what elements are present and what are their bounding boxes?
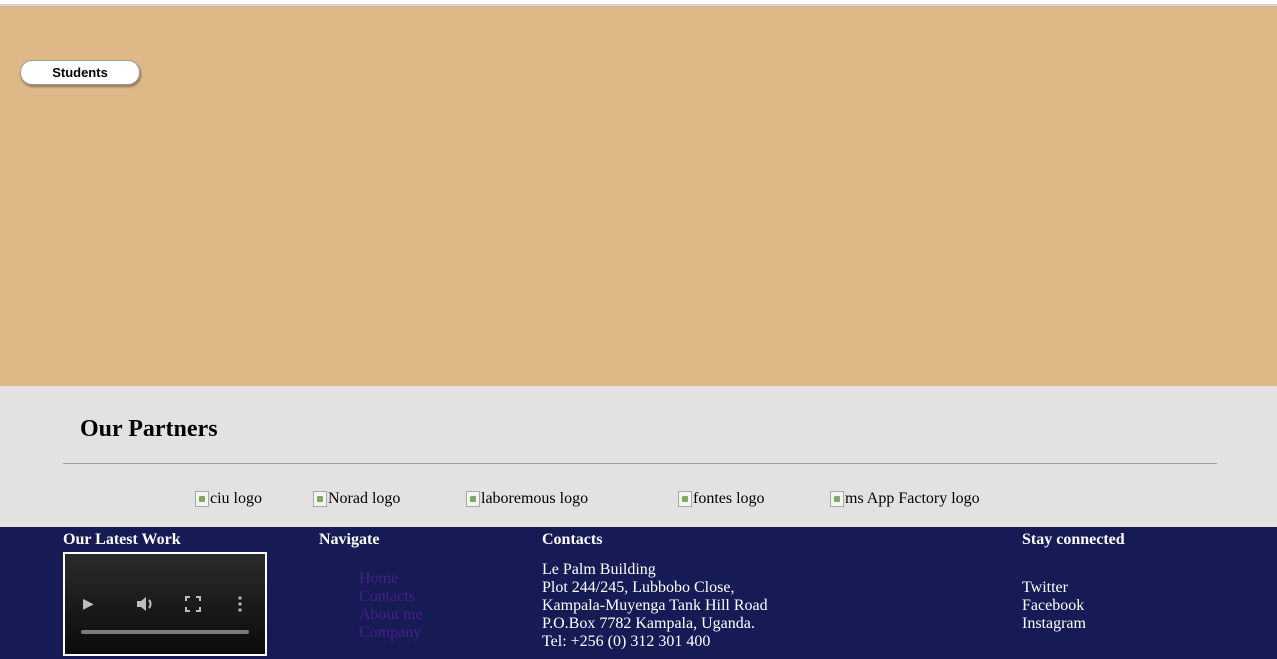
partner-logo-alt-text: Norad logo (328, 490, 401, 507)
partner-logo-alt-text: ms App Factory logo (845, 490, 980, 507)
social-links: Twitter Facebook Instagram (1022, 579, 1086, 633)
nav-link-contacts[interactable]: Contacts (359, 588, 423, 606)
partners-title: Our Partners (80, 416, 218, 442)
navigate-title: Navigate (319, 531, 380, 548)
play-icon[interactable]: ▶ (83, 596, 94, 612)
partner-logo-norad: Norad logo (313, 490, 400, 508)
site-footer: Our Latest Work ▶ Navigate Home Contacts… (0, 527, 1277, 659)
partner-logo-alt-text: laboremous logo (481, 490, 589, 507)
social-link-twitter[interactable]: Twitter (1022, 579, 1086, 597)
address-line: Le Palm Building (542, 561, 656, 578)
broken-image-icon (195, 491, 209, 507)
address-line: Plot 244/245, Lubbobo Close, (542, 579, 735, 596)
partners-section: Our Partners ciu logo Norad logo laborem… (0, 386, 1277, 527)
hero-banner: Students (0, 6, 1277, 386)
broken-image-icon (678, 491, 692, 507)
broken-image-icon (830, 491, 844, 507)
video-progress-bar[interactable] (81, 630, 249, 634)
social-link-facebook[interactable]: Facebook (1022, 597, 1086, 615)
partner-logo-ms-app-factory: ms App Factory logo (830, 490, 980, 508)
navigate-links: Home Contacts About me Company (359, 570, 423, 642)
students-button[interactable]: Students (20, 60, 140, 85)
partner-logo-ciu: ciu logo (195, 490, 262, 508)
more-options-icon[interactable] (237, 596, 243, 616)
partners-divider (63, 463, 1217, 464)
address-line: P.O.Box 7782 Kampala, Uganda. (542, 615, 755, 632)
fullscreen-icon[interactable] (185, 596, 201, 616)
stay-connected-title: Stay connected (1022, 531, 1125, 548)
broken-image-icon (313, 491, 327, 507)
partner-logo-alt-text: fontes logo (693, 490, 765, 507)
partner-logo-fontes: fontes logo (678, 490, 765, 508)
contacts-address: Le Palm Building Plot 244/245, Lubbobo C… (542, 561, 768, 651)
partner-logo-laboremous: laboremous logo (466, 490, 588, 508)
social-link-instagram[interactable]: Instagram (1022, 615, 1086, 633)
nav-link-company[interactable]: Company (359, 624, 423, 642)
nav-link-about-me[interactable]: About me (359, 606, 423, 624)
broken-image-icon (466, 491, 480, 507)
nav-link-home[interactable]: Home (359, 570, 423, 588)
contacts-title: Contacts (542, 531, 603, 548)
video-player[interactable]: ▶ (63, 552, 267, 656)
phone-line: Tel: +256 (0) 312 301 400 (542, 633, 711, 650)
latest-work-title: Our Latest Work (63, 531, 181, 548)
address-line: Kampala-Muyenga Tank Hill Road (542, 597, 768, 614)
volume-icon[interactable] (135, 596, 155, 616)
partner-logo-alt-text: ciu logo (210, 490, 262, 507)
